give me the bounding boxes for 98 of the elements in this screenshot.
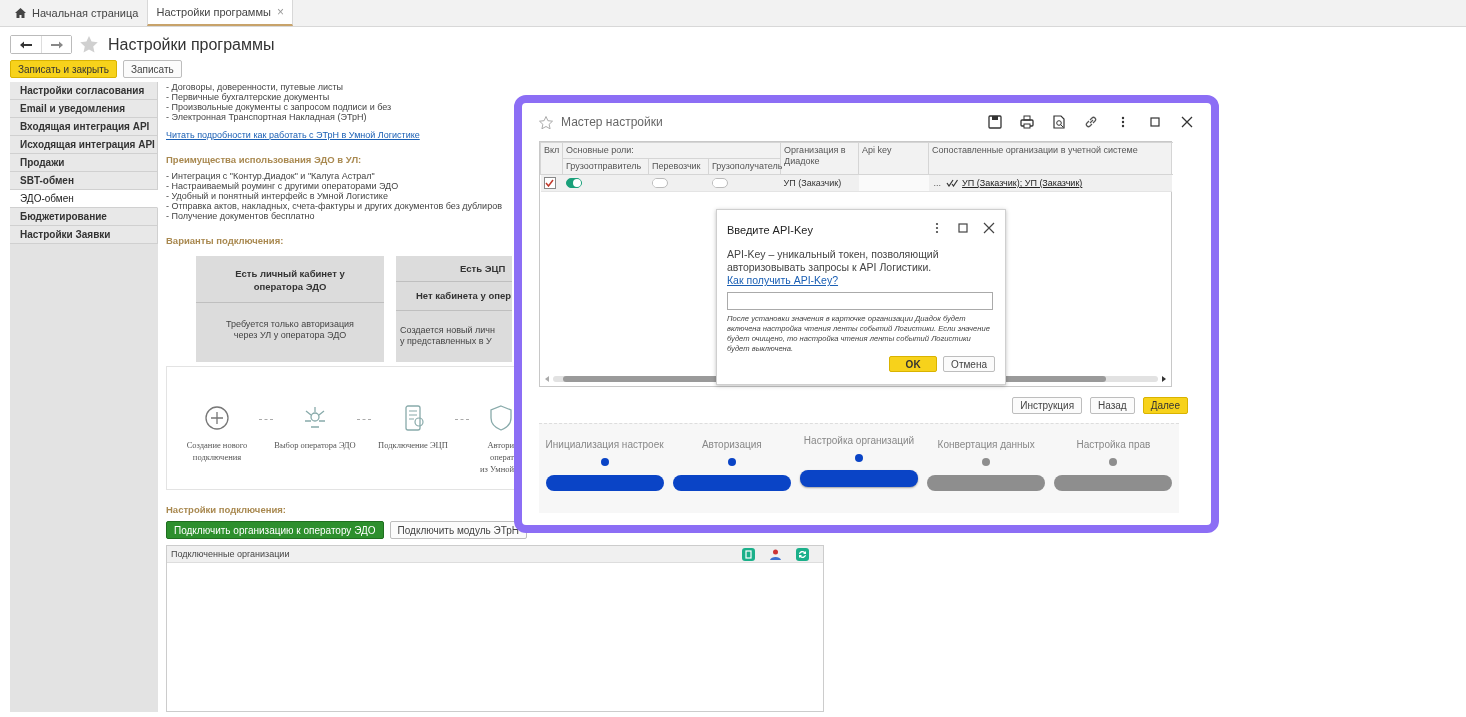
column-header: Основные роли: <box>562 142 781 159</box>
section-heading: Преимущества использования ЭДО в УЛ: <box>166 154 362 165</box>
sidebar-item[interactable]: Настройки Заявки <box>10 226 158 244</box>
step-label: Подключение ЭЦП <box>378 439 448 451</box>
organization-link[interactable]: УП (Заказчик); УП (Заказчик) <box>962 178 1083 188</box>
step-label: Выбор оператора ЭДО <box>274 439 356 451</box>
star-icon <box>539 115 553 129</box>
tab[interactable]: Настройки программы × <box>147 0 293 26</box>
save-icon[interactable] <box>988 115 1002 129</box>
sidebar-item[interactable]: Продажи <box>10 154 158 172</box>
stage-label: Конвертация данных <box>937 439 1035 450</box>
close-icon[interactable] <box>983 222 995 234</box>
save-button[interactable]: Записать <box>122 60 182 78</box>
preview-icon[interactable] <box>1052 115 1066 129</box>
stage-bar[interactable] <box>672 475 791 491</box>
stage-label: Настройка прав <box>1076 439 1151 450</box>
tab[interactable]: Начальная страница <box>6 0 148 26</box>
step-label: из Умной <box>479 463 514 475</box>
toggle-switch[interactable] <box>565 178 582 188</box>
card-description: у представленных в У <box>400 336 493 347</box>
check-icon <box>545 179 554 187</box>
api-key-field[interactable] <box>727 292 993 310</box>
column-header: Api key <box>858 142 929 175</box>
section-heading: Настройки подключения: <box>166 504 286 515</box>
card-description: Требуется только авторизация <box>225 319 355 330</box>
maximize-icon[interactable] <box>1148 115 1162 129</box>
forward-arrow-icon <box>50 40 63 49</box>
back-arrow-icon <box>20 40 32 49</box>
double-check-icon <box>946 179 960 187</box>
sidebar-item[interactable]: ЭДО-обмен <box>10 190 158 208</box>
scroll-left-icon <box>545 376 549 382</box>
step-label: Автори <box>486 439 514 451</box>
stage-bar[interactable] <box>545 475 664 491</box>
save-and-close-button[interactable]: Записать и закрыть <box>10 60 117 78</box>
card-title: Есть личный кабинет у оператора ЭДО <box>196 256 384 303</box>
shield-icon <box>488 405 514 431</box>
sidebar-item[interactable]: Настройки согласования <box>10 82 158 100</box>
scroll-right-icon <box>1162 376 1166 382</box>
connect-button[interactable]: Подключить организацию к оператору ЭДО <box>166 521 384 539</box>
list-item: - Произвольные документы с запросом подписи и без <box>166 102 392 112</box>
column-header: Сопоставленные организации в учетной системе <box>928 142 1172 175</box>
page-title: Настройки программы <box>108 35 275 54</box>
connect-button[interactable]: Подключить модуль ЭТрН <box>389 521 528 539</box>
sidebar-item[interactable]: SBT-обмен <box>10 172 158 190</box>
stage-label: Авторизация <box>701 439 762 450</box>
option-card[interactable]: Есть личный кабинет у оператора ЭДО Требуется только авторизация через УЛ у оператора ЭДО <box>196 256 384 362</box>
plus-circle-icon <box>204 405 230 431</box>
card-title: Есть ЭЦП <box>396 256 512 282</box>
list-item: - Электронная Транспортная Накладная (ЭТрН) <box>166 112 367 122</box>
card-description: Создается новый личн <box>400 325 496 336</box>
list-item: - Интеграция с "Контур.Диадок" и "Калуга Астрал" <box>166 171 375 181</box>
select-button[interactable]: ... <box>931 178 944 188</box>
close-icon[interactable] <box>1180 115 1194 129</box>
wizard-button[interactable]: Назад <box>1090 397 1135 414</box>
checkbox[interactable] <box>543 177 556 189</box>
stage-label: Инициализация настроек <box>545 439 664 450</box>
step-label: подключения <box>191 451 243 463</box>
list-item: - Настраиваемый роуминг с другими операторами ЭДО <box>166 181 399 191</box>
star-icon <box>80 36 98 53</box>
column-header: Вкл <box>540 142 563 175</box>
stage-bar[interactable] <box>1054 475 1173 491</box>
step-label: операт <box>488 451 514 463</box>
print-icon[interactable] <box>1020 115 1034 129</box>
list-item: - Договоры, доверенности, путевые листы <box>166 82 344 92</box>
wizard-button[interactable]: Инструкция <box>1012 397 1083 414</box>
sync-icon <box>796 547 809 561</box>
document-icon <box>742 547 755 561</box>
link-icon[interactable] <box>1084 115 1098 129</box>
step-label: Создание нового <box>186 439 248 451</box>
card-subtitle: Нет кабинета у опер <box>396 282 512 311</box>
ok-button[interactable]: OK <box>889 356 938 372</box>
option-card[interactable]: Есть ЭЦП Нет кабинета у опер Создается новый личн у представленных в У <box>396 256 512 362</box>
sidebar-item[interactable]: Входящая интеграция API <box>10 118 158 136</box>
help-link[interactable]: Как получить API-Key? <box>727 274 839 286</box>
stage-bar[interactable] <box>800 470 918 487</box>
cancel-button[interactable]: Отмена <box>943 356 995 372</box>
stage-label: Настройка организаций <box>803 435 915 446</box>
dialog-text: API-Key – уникальный токен, позволяющий авторизовывать запросы к API Логистики. Как получить API-Key? <box>727 248 940 287</box>
list-item: - Удобный и понятный интерфейс в Умной Логистике <box>166 191 388 201</box>
section-heading: Варианты подключения: <box>166 235 284 246</box>
sidebar-item[interactable]: Бюджетирование <box>10 208 158 226</box>
list-item: - Отправка актов, накладных, счета-фактуры и других документов без дублиров <box>166 201 502 211</box>
maximize-icon[interactable] <box>957 222 969 234</box>
home-icon <box>15 7 26 18</box>
column-header: Подключенные организации <box>171 549 291 559</box>
stage-bar[interactable] <box>927 475 1046 491</box>
sidebar-item[interactable]: Email и уведомления <box>10 100 158 118</box>
person-icon <box>769 547 782 561</box>
card-description: через УЛ у оператора ЭДО <box>232 330 348 341</box>
list-item: - Первичные бухгалтерские документы <box>166 92 330 102</box>
window-title: Мастер настройки <box>561 115 664 129</box>
wizard-button[interactable]: Далее <box>1142 397 1188 414</box>
toggle-switch[interactable] <box>651 178 668 188</box>
list-item: - Получение документов бесплатно <box>166 211 315 221</box>
sidebar-item[interactable]: Исходящая интеграция API <box>10 136 158 154</box>
details-link[interactable]: Читать подробности как работать с ЭТрН в Умной Логистике <box>166 130 420 140</box>
toggle-switch[interactable] <box>711 178 728 188</box>
dialog-title: Введите API-Key <box>727 224 814 236</box>
